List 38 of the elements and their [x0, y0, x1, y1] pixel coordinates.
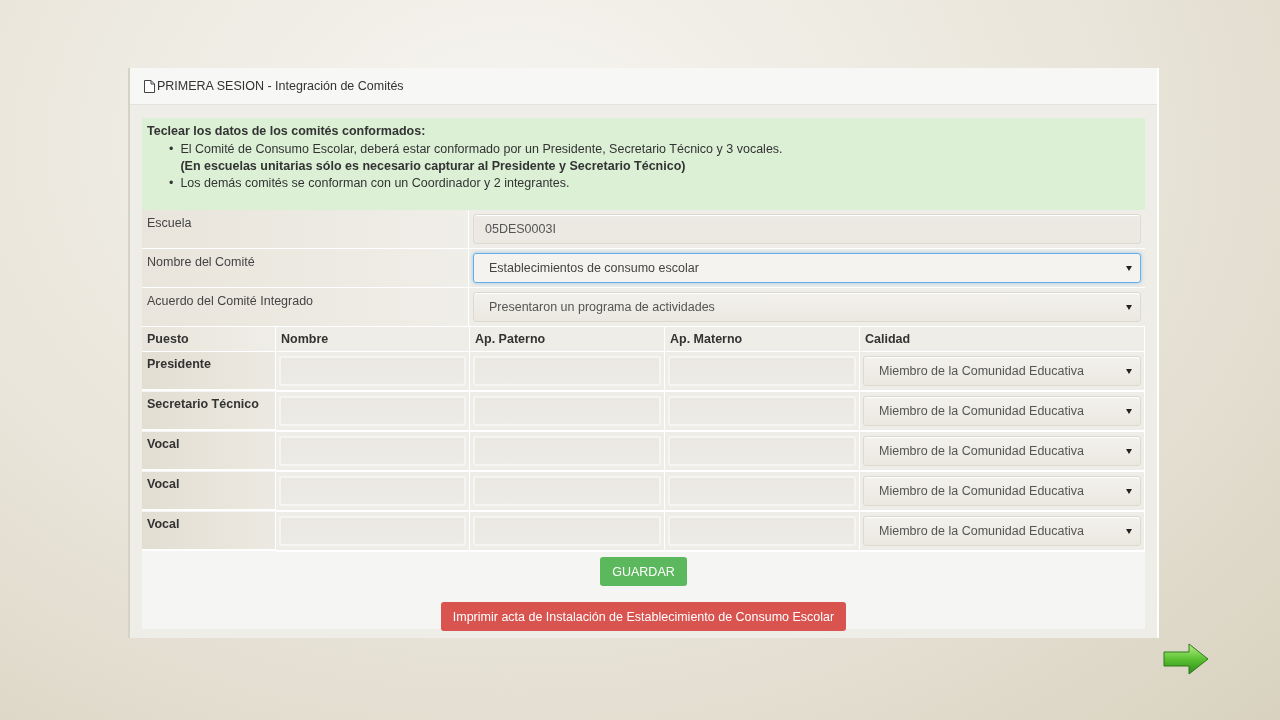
caret-icon [1126, 304, 1132, 310]
column-header: Ap. Paterno [470, 327, 665, 352]
dropdown[interactable]: Miembro de la Comunidad Educativa [863, 396, 1141, 426]
instruction-text: Los demás comités se conforman con un Coordinador y 2 integrantes. [180, 175, 570, 192]
caret-icon [1126, 448, 1132, 454]
column-header: Nombre [276, 327, 470, 352]
caret-icon [1126, 368, 1132, 374]
dropdown[interactable]: Miembro de la Comunidad Educativa [863, 516, 1141, 546]
row-label: Presidente [142, 352, 276, 391]
bullet: • [169, 141, 174, 158]
input-field[interactable]: 05DES0003I [473, 214, 1141, 244]
row-label: Vocal [142, 472, 276, 511]
dropdown[interactable]: Miembro de la Comunidad Educativa [863, 356, 1141, 386]
column-header: Calidad [860, 327, 1145, 352]
dropdown[interactable]: Presentaron un programa de actividades [473, 292, 1141, 322]
column-header: Puesto [142, 327, 276, 352]
print-button[interactable]: Imprimir acta de Instalación de Establecimiento de Consumo Escolar [440, 602, 847, 631]
field-label: Nombre del Comité [142, 249, 469, 287]
row-label: Vocal [142, 432, 276, 471]
field-label: Escuela [142, 210, 469, 248]
document-icon [144, 79, 155, 93]
column-header: Ap. Materno [665, 327, 860, 352]
row-label: Vocal [142, 512, 276, 551]
panel-title: PRIMERA SESION - Integración de Comités [157, 79, 404, 93]
dropdown[interactable]: Miembro de la Comunidad Educativa [863, 436, 1141, 466]
caret-icon [1126, 408, 1132, 414]
caret-icon [1126, 488, 1132, 494]
instruction-text: El Comité de Consumo Escolar, deberá estar conformado por un Presidente, Secretario Técnico y 3 vocales. [180, 141, 783, 158]
caret-icon [1126, 528, 1132, 534]
bullet: • [169, 175, 174, 192]
instruction-note: (En escuelas unitarias sólo es necesario capturar al Presidente y Secretario Técnico) [180, 158, 687, 175]
dropdown[interactable]: Miembro de la Comunidad Educativa [863, 476, 1141, 506]
field-label: Acuerdo del Comité Integrado [142, 288, 469, 326]
row-label: Secretario Técnico [142, 392, 276, 431]
dropdown[interactable]: Establecimientos de consumo escolar [473, 253, 1141, 283]
instructions-heading: Teclear los datos de los comités conformados: [147, 124, 427, 138]
next-arrow-icon[interactable] [1163, 643, 1209, 675]
caret-icon [1126, 265, 1132, 271]
